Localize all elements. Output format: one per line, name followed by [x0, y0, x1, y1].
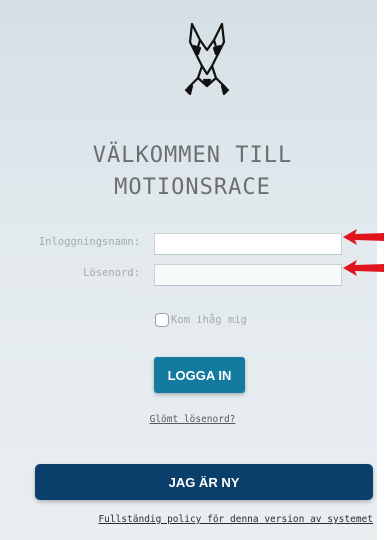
page-title-line1: VÄLKOMMEN TILL [92, 143, 293, 168]
forgot-password-link[interactable]: Glömt lösenord? [0, 414, 385, 425]
red-arrow-icon [343, 229, 384, 245]
remember-me[interactable]: Kom ihåg mig [155, 313, 247, 327]
policy-link[interactable]: Fullständig policy för denna version av … [98, 514, 373, 525]
red-arrow-icon [343, 260, 384, 276]
wolf-head-logo-icon [184, 22, 230, 96]
new-user-button[interactable]: JAG ÄR NY [35, 464, 373, 500]
password-field[interactable] [154, 264, 342, 286]
username-label: Inloggningsnamn: [38, 236, 140, 248]
remember-me-label[interactable]: Kom ihåg mig [171, 314, 247, 326]
page-title-line2: MOTIONSRACE [114, 175, 271, 200]
username-field[interactable] [154, 233, 342, 255]
remember-me-checkbox[interactable] [155, 313, 169, 327]
password-label: Lösenord: [83, 267, 140, 279]
login-button[interactable]: LOGGA IN [154, 357, 245, 393]
